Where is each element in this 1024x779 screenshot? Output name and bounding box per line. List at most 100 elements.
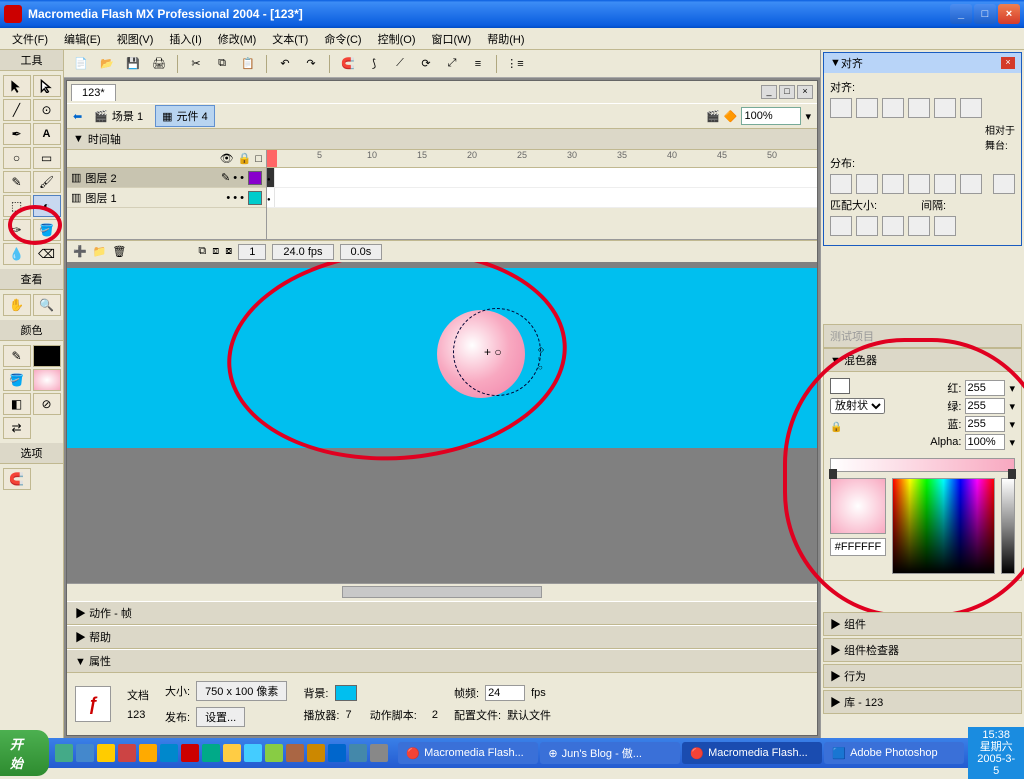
props-panel-header[interactable]: ▼ 属性 <box>67 649 817 673</box>
ql-12[interactable] <box>286 744 304 762</box>
copy-button[interactable]: ⧉ <box>211 53 233 75</box>
menu-view[interactable]: 视图(V) <box>109 29 162 49</box>
dist-vcenter[interactable] <box>856 174 878 194</box>
framerate-input[interactable] <box>485 685 525 701</box>
lasso-tool[interactable]: ⊙ <box>33 99 61 121</box>
doc-tab[interactable]: 123* <box>71 84 116 101</box>
symbol-chip[interactable]: ▦ 元件 4 <box>155 105 215 127</box>
library-header[interactable]: ▶ 库 - 123 <box>823 690 1022 714</box>
frames-layer-1[interactable] <box>267 188 817 208</box>
task-3[interactable]: 🔴 Macromedia Flash... <box>682 742 822 764</box>
component-inspector-header[interactable]: ▶ 组件检查器 <box>823 638 1022 662</box>
align-vcenter[interactable] <box>934 98 956 118</box>
onion-outline-button[interactable]: ⧈ <box>212 245 219 258</box>
menu-control[interactable]: 控制(O) <box>370 29 424 49</box>
match-height[interactable] <box>856 216 878 236</box>
close-button[interactable]: × <box>998 4 1020 24</box>
pen-tool[interactable]: ✒ <box>3 123 31 145</box>
symbol-menu-icon[interactable]: 🔶 <box>724 110 738 123</box>
match-both[interactable] <box>882 216 904 236</box>
ql-6[interactable] <box>160 744 178 762</box>
new-button[interactable]: 📄 <box>70 53 92 75</box>
ql-11[interactable] <box>265 744 283 762</box>
zoom-tool[interactable]: 🔍 <box>33 294 61 316</box>
space-h[interactable] <box>908 216 930 236</box>
align-hcenter[interactable] <box>856 98 878 118</box>
components-header[interactable]: ▶ 组件 <box>823 612 1022 636</box>
maximize-button[interactable]: □ <box>974 4 996 24</box>
bg-swatch[interactable] <box>335 685 357 701</box>
debug-button[interactable]: ⋮≡ <box>504 53 526 75</box>
help-panel-header[interactable]: ▶ 帮助 <box>67 625 817 649</box>
align-top[interactable] <box>908 98 930 118</box>
publish-button[interactable]: 设置... <box>196 707 245 727</box>
dist-bottom[interactable] <box>882 174 904 194</box>
edit-multiple-button[interactable]: ⧇ <box>225 245 232 258</box>
print-button[interactable]: 🖨 <box>148 53 170 75</box>
delete-layer-button[interactable]: 🗑 <box>112 245 126 258</box>
actions-panel-header[interactable]: ▶ 动作 - 帧 <box>67 601 817 625</box>
rotate-button[interactable]: ⟳ <box>415 53 437 75</box>
back-button[interactable]: ⬅ <box>73 110 82 123</box>
eye-icon[interactable]: 👁 <box>220 152 234 165</box>
nocolor-button[interactable]: ⊘ <box>33 393 61 415</box>
h-scrollbar[interactable] <box>67 583 817 601</box>
menu-commands[interactable]: 命令(C) <box>316 29 369 49</box>
undo-button[interactable]: ↶ <box>274 53 296 75</box>
ql-1[interactable] <box>55 744 73 762</box>
frames-layer-2[interactable] <box>267 168 817 188</box>
align-left[interactable] <box>830 98 852 118</box>
ql-3[interactable] <box>97 744 115 762</box>
oval-tool[interactable]: ○ <box>3 147 31 169</box>
scene-chip[interactable]: 🎬 场景 1 <box>88 106 149 126</box>
subselect-tool[interactable] <box>33 75 61 97</box>
menu-help[interactable]: 帮助(H) <box>479 29 532 49</box>
ql-15[interactable] <box>349 744 367 762</box>
ql-7[interactable] <box>181 744 199 762</box>
ql-4[interactable] <box>118 744 136 762</box>
add-layer-button[interactable]: ➕ <box>73 245 87 258</box>
snap-button[interactable]: 🧲 <box>337 53 359 75</box>
magnet-option[interactable]: 🧲 <box>3 468 31 490</box>
behaviors-header[interactable]: ▶ 行为 <box>823 664 1022 688</box>
ql-13[interactable] <box>307 744 325 762</box>
frame-ruler[interactable]: 15101520253035404550 <box>267 150 817 168</box>
save-button[interactable]: 💾 <box>122 53 144 75</box>
bw-button[interactable]: ◧ <box>3 393 31 415</box>
outline-icon[interactable]: □ <box>255 153 262 165</box>
smooth-button[interactable]: ⟆ <box>363 53 385 75</box>
layer-2[interactable]: ▥ 图层 2 ✎ • • <box>67 168 266 188</box>
system-tray[interactable]: 15:38 星期六 2005-3-5 <box>968 727 1024 779</box>
ql-14[interactable] <box>328 744 346 762</box>
swap-button[interactable]: ⇄ <box>3 417 31 439</box>
hand-tool[interactable]: ✋ <box>3 294 31 316</box>
align-bottom[interactable] <box>960 98 982 118</box>
paste-button[interactable]: 📋 <box>237 53 259 75</box>
match-width[interactable] <box>830 216 852 236</box>
space-v[interactable] <box>934 216 956 236</box>
doc-max[interactable]: □ <box>779 85 795 99</box>
menu-text[interactable]: 文本(T) <box>264 29 316 49</box>
start-button[interactable]: 开始 <box>0 730 49 776</box>
menu-edit[interactable]: 编辑(E) <box>56 29 109 49</box>
zoom-dropdown[interactable]: ▾ <box>805 110 811 123</box>
timeline-header[interactable]: ▼时间轴 <box>67 129 817 150</box>
fill-color[interactable]: 🪣 <box>3 369 31 391</box>
onion-button[interactable]: ⧉ <box>198 245 206 258</box>
brush-tool[interactable]: 🖌 <box>33 171 61 193</box>
stroke-color[interactable]: ✎ <box>3 345 31 367</box>
zoom-input[interactable] <box>741 107 801 125</box>
align-close[interactable]: × <box>1001 57 1015 69</box>
straighten-button[interactable]: ⟋ <box>389 53 411 75</box>
doc-min[interactable]: _ <box>761 85 777 99</box>
ql-5[interactable] <box>139 744 157 762</box>
to-stage-button[interactable] <box>993 174 1015 194</box>
scene-menu-icon[interactable]: 🎬 <box>706 110 720 123</box>
dist-hcenter[interactable] <box>934 174 956 194</box>
ql-16[interactable] <box>370 744 388 762</box>
lock-icon[interactable]: 🔒 <box>238 152 252 165</box>
eyedropper-tool[interactable]: 💧 <box>3 243 31 265</box>
ql-8[interactable] <box>202 744 220 762</box>
ql-2[interactable] <box>76 744 94 762</box>
dist-left[interactable] <box>908 174 930 194</box>
